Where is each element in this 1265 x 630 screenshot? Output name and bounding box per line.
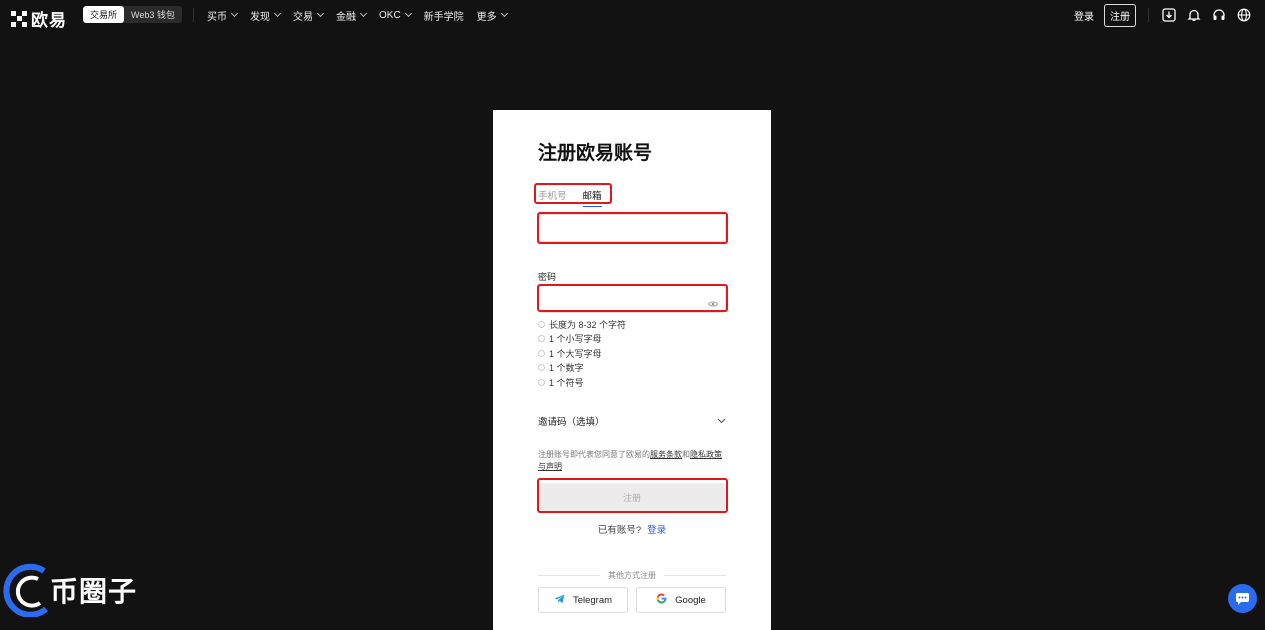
chevron-down-icon <box>717 416 726 427</box>
okx-logo[interactable]: 欧易 <box>11 6 67 31</box>
highlight-box-submit <box>537 478 728 513</box>
nav-label: 交易 <box>293 11 313 23</box>
google-button[interactable]: Google <box>636 587 726 613</box>
chat-support-button[interactable] <box>1228 584 1257 613</box>
invite-code-toggle[interactable]: 邀请码（选填） <box>538 414 726 428</box>
rule-check-icon <box>538 349 545 357</box>
telegram-label: Telegram <box>572 594 613 606</box>
download-icon[interactable] <box>1161 8 1176 23</box>
logo-text: 欧易 <box>31 11 67 30</box>
highlight-box-tabs <box>534 183 612 204</box>
nav-label: 发现 <box>250 11 270 23</box>
invite-code-label: 邀请码（选填） <box>538 417 605 428</box>
chevron-down-icon <box>500 9 508 18</box>
rule-text: 1 个大写字母 <box>549 348 602 359</box>
terms-of-service-link[interactable]: 服务条款 <box>650 450 682 459</box>
nav-label: OKC <box>379 9 401 21</box>
telegram-button[interactable]: Telegram <box>538 587 628 613</box>
watermark-text: 币圈子 <box>50 576 138 607</box>
highlight-box-email <box>537 212 728 244</box>
other-methods-label: 其他方式注册 <box>608 571 656 580</box>
login-link[interactable]: 登录 <box>1074 8 1094 23</box>
headset-icon[interactable] <box>1211 8 1226 23</box>
telegram-icon <box>554 594 565 607</box>
okx-logo-icon <box>11 10 27 27</box>
password-rule: 1 个数字 <box>538 361 626 376</box>
highlight-box-password <box>537 284 728 312</box>
have-account-row: 已有账号? 登录 <box>493 522 771 536</box>
terms-text: 注册账号即代表您同意了欧易的服务条款和隐私政策与声明 <box>538 449 728 473</box>
rule-text: 长度为 8-32 个字符 <box>549 319 627 330</box>
nav-label: 金融 <box>336 11 356 23</box>
nav-label: 新手学院 <box>423 11 464 23</box>
have-account-text: 已有账号? <box>597 525 642 536</box>
password-rule: 长度为 8-32 个字符 <box>538 317 626 332</box>
rule-check-icon <box>538 320 545 328</box>
globe-icon[interactable] <box>1236 8 1251 23</box>
password-rules: 长度为 8-32 个字符 1 个小写字母 1 个大写字母 1 个数字 1 个符号 <box>538 317 626 390</box>
rule-text: 1 个数字 <box>549 363 584 374</box>
password-rule: 1 个小写字母 <box>538 332 626 347</box>
divider <box>1148 8 1149 22</box>
product-switch: 交易所 Web3 钱包 <box>83 6 182 23</box>
switch-web3-wallet[interactable]: Web3 钱包 <box>124 6 182 23</box>
login-link[interactable]: 登录 <box>647 525 666 536</box>
watermark-logo-icon <box>3 563 48 617</box>
nav-okc[interactable]: OKC <box>379 9 412 21</box>
rule-text: 1 个小写字母 <box>549 334 602 345</box>
google-icon <box>656 593 667 607</box>
nav-more[interactable]: 更多 <box>476 8 508 23</box>
main-nav: 买币 发现 交易 金融 OKC 新手学院 更多 <box>207 0 508 30</box>
rule-text: 1 个符号 <box>549 377 584 388</box>
chevron-down-icon <box>404 9 412 18</box>
top-navbar: 欧易 交易所 Web3 钱包 买币 发现 交易 金融 OKC 新手学院 更多 登… <box>0 0 1265 30</box>
other-methods-divider: 其他方式注册 <box>538 570 726 581</box>
nav-trade[interactable]: 交易 <box>293 8 325 23</box>
divider <box>193 8 194 22</box>
divider <box>664 575 726 576</box>
chat-icon <box>1236 592 1249 605</box>
rule-check-icon <box>538 335 545 343</box>
nav-buy-crypto[interactable]: 买币 <box>207 8 239 23</box>
page-title: 注册欧易账号 <box>538 143 653 164</box>
terms-mid: 和 <box>682 450 690 459</box>
watermark: 币圈子 <box>2 563 137 617</box>
register-button[interactable]: 注册 <box>1104 3 1136 27</box>
password-rule: 1 个大写字母 <box>538 346 626 361</box>
divider <box>538 575 600 576</box>
chevron-down-icon <box>316 9 325 18</box>
nav-academy[interactable]: 新手学院 <box>424 8 464 23</box>
nav-label: 更多 <box>476 11 497 23</box>
chevron-down-icon <box>359 9 368 18</box>
password-rule: 1 个符号 <box>538 375 626 390</box>
nav-label: 买币 <box>207 11 227 23</box>
rule-check-icon <box>538 378 545 386</box>
nav-finance[interactable]: 金融 <box>336 8 368 23</box>
nav-discover[interactable]: 发现 <box>250 8 282 23</box>
chevron-down-icon <box>273 9 282 18</box>
rule-check-icon <box>538 364 545 372</box>
chevron-down-icon <box>230 9 239 18</box>
terms-prefix: 注册账号即代表您同意了欧易的 <box>538 450 650 459</box>
bell-icon[interactable] <box>1186 8 1201 23</box>
register-card: 注册欧易账号 手机号 邮箱 密码 长度为 8-32 个字符 1 个小写字母 1 … <box>493 110 771 630</box>
password-label: 密码 <box>538 272 557 282</box>
switch-exchange[interactable]: 交易所 <box>83 6 125 23</box>
header-actions: 登录 注册 <box>1074 3 1251 27</box>
google-label: Google <box>675 594 706 606</box>
